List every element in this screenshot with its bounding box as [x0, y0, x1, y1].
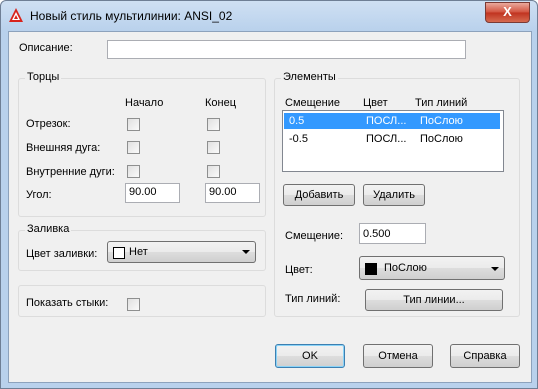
caps-start-header: Начало	[125, 97, 164, 109]
list-item[interactable]: -0.5 ПОСЛ... ПоСлою	[284, 131, 500, 147]
linetype-button[interactable]: Тип линии...	[365, 289, 503, 311]
elements-legend: Элементы	[281, 71, 338, 83]
caps-line-start-checkbox[interactable]	[127, 118, 140, 131]
element-color: ПОСЛ...	[366, 133, 407, 145]
caps-angle-end-input[interactable]: 90.00	[205, 183, 260, 203]
dialog-client: Описание: Торцы Начало Конец Отрезок: Вн…	[8, 31, 532, 383]
show-joints-label: Показать стыки:	[26, 297, 109, 309]
element-color-label: Цвет:	[285, 264, 313, 276]
caps-inner-arcs-start-checkbox[interactable]	[127, 165, 140, 178]
title-bar[interactable]: Новый стиль мультилинии: ANSI_02 X	[1, 1, 537, 31]
element-offset-input[interactable]: 0.500	[359, 223, 426, 244]
close-button[interactable]: X	[485, 2, 530, 23]
help-button[interactable]: Справка	[450, 344, 520, 368]
ok-button[interactable]: OK	[275, 344, 345, 368]
description-label: Описание:	[19, 42, 73, 54]
show-joints-checkbox[interactable]	[127, 298, 140, 311]
caps-outer-arc-end-checkbox[interactable]	[207, 141, 220, 154]
element-linetype: ПоСлою	[420, 133, 463, 145]
caps-inner-arcs-label: Внутренние дуги:	[26, 166, 115, 178]
delete-element-button[interactable]: Удалить	[363, 184, 425, 206]
element-color: ПОСЛ...	[366, 115, 407, 127]
add-element-button[interactable]: Добавить	[283, 184, 355, 206]
chevron-down-icon	[242, 250, 250, 254]
fill-color-dropdown[interactable]: Нет	[107, 241, 256, 263]
fill-color-swatch	[113, 247, 125, 259]
fill-color-label: Цвет заливки:	[26, 248, 98, 260]
autocad-app-icon	[9, 8, 23, 22]
elements-offset-header: Смещение	[285, 97, 341, 109]
dialog-window: Новый стиль мультилинии: ANSI_02 X Описа…	[0, 0, 538, 389]
element-linetype: ПоСлою	[420, 115, 463, 127]
close-icon: X	[503, 4, 512, 19]
caps-line-label: Отрезок:	[26, 118, 71, 130]
caps-end-header: Конец	[205, 97, 237, 109]
element-color-swatch	[365, 263, 377, 275]
caps-outer-arc-label: Внешняя дуга:	[26, 142, 101, 154]
elements-linetype-header: Тип линий	[415, 97, 468, 109]
description-input[interactable]	[107, 40, 466, 59]
caps-line-end-checkbox[interactable]	[207, 118, 220, 131]
element-offset: -0.5	[289, 133, 308, 145]
element-color-value: ПоСлою	[384, 262, 427, 274]
caps-legend: Торцы	[25, 71, 62, 83]
elements-list[interactable]: 0.5 ПОСЛ... ПоСлою -0.5 ПОСЛ... ПоСлою	[282, 110, 504, 172]
element-offset: 0.5	[289, 115, 305, 127]
elements-color-header: Цвет	[363, 97, 388, 109]
chevron-down-icon	[491, 267, 499, 271]
caps-angle-start-input[interactable]: 90.00	[125, 183, 180, 203]
element-color-dropdown[interactable]: ПоСлою	[359, 256, 505, 280]
cancel-button[interactable]: Отмена	[363, 344, 433, 368]
caps-angle-label: Угол:	[26, 189, 52, 201]
element-linetype-label: Тип линий:	[285, 293, 341, 305]
fill-color-value: Нет	[129, 246, 148, 258]
element-offset-label: Смещение:	[285, 230, 344, 242]
list-item[interactable]: 0.5 ПОСЛ... ПоСлою	[284, 113, 500, 129]
caps-outer-arc-start-checkbox[interactable]	[127, 141, 140, 154]
window-title: Новый стиль мультилинии: ANSI_02	[30, 9, 233, 23]
fill-legend: Заливка	[25, 223, 72, 235]
caps-inner-arcs-end-checkbox[interactable]	[207, 165, 220, 178]
